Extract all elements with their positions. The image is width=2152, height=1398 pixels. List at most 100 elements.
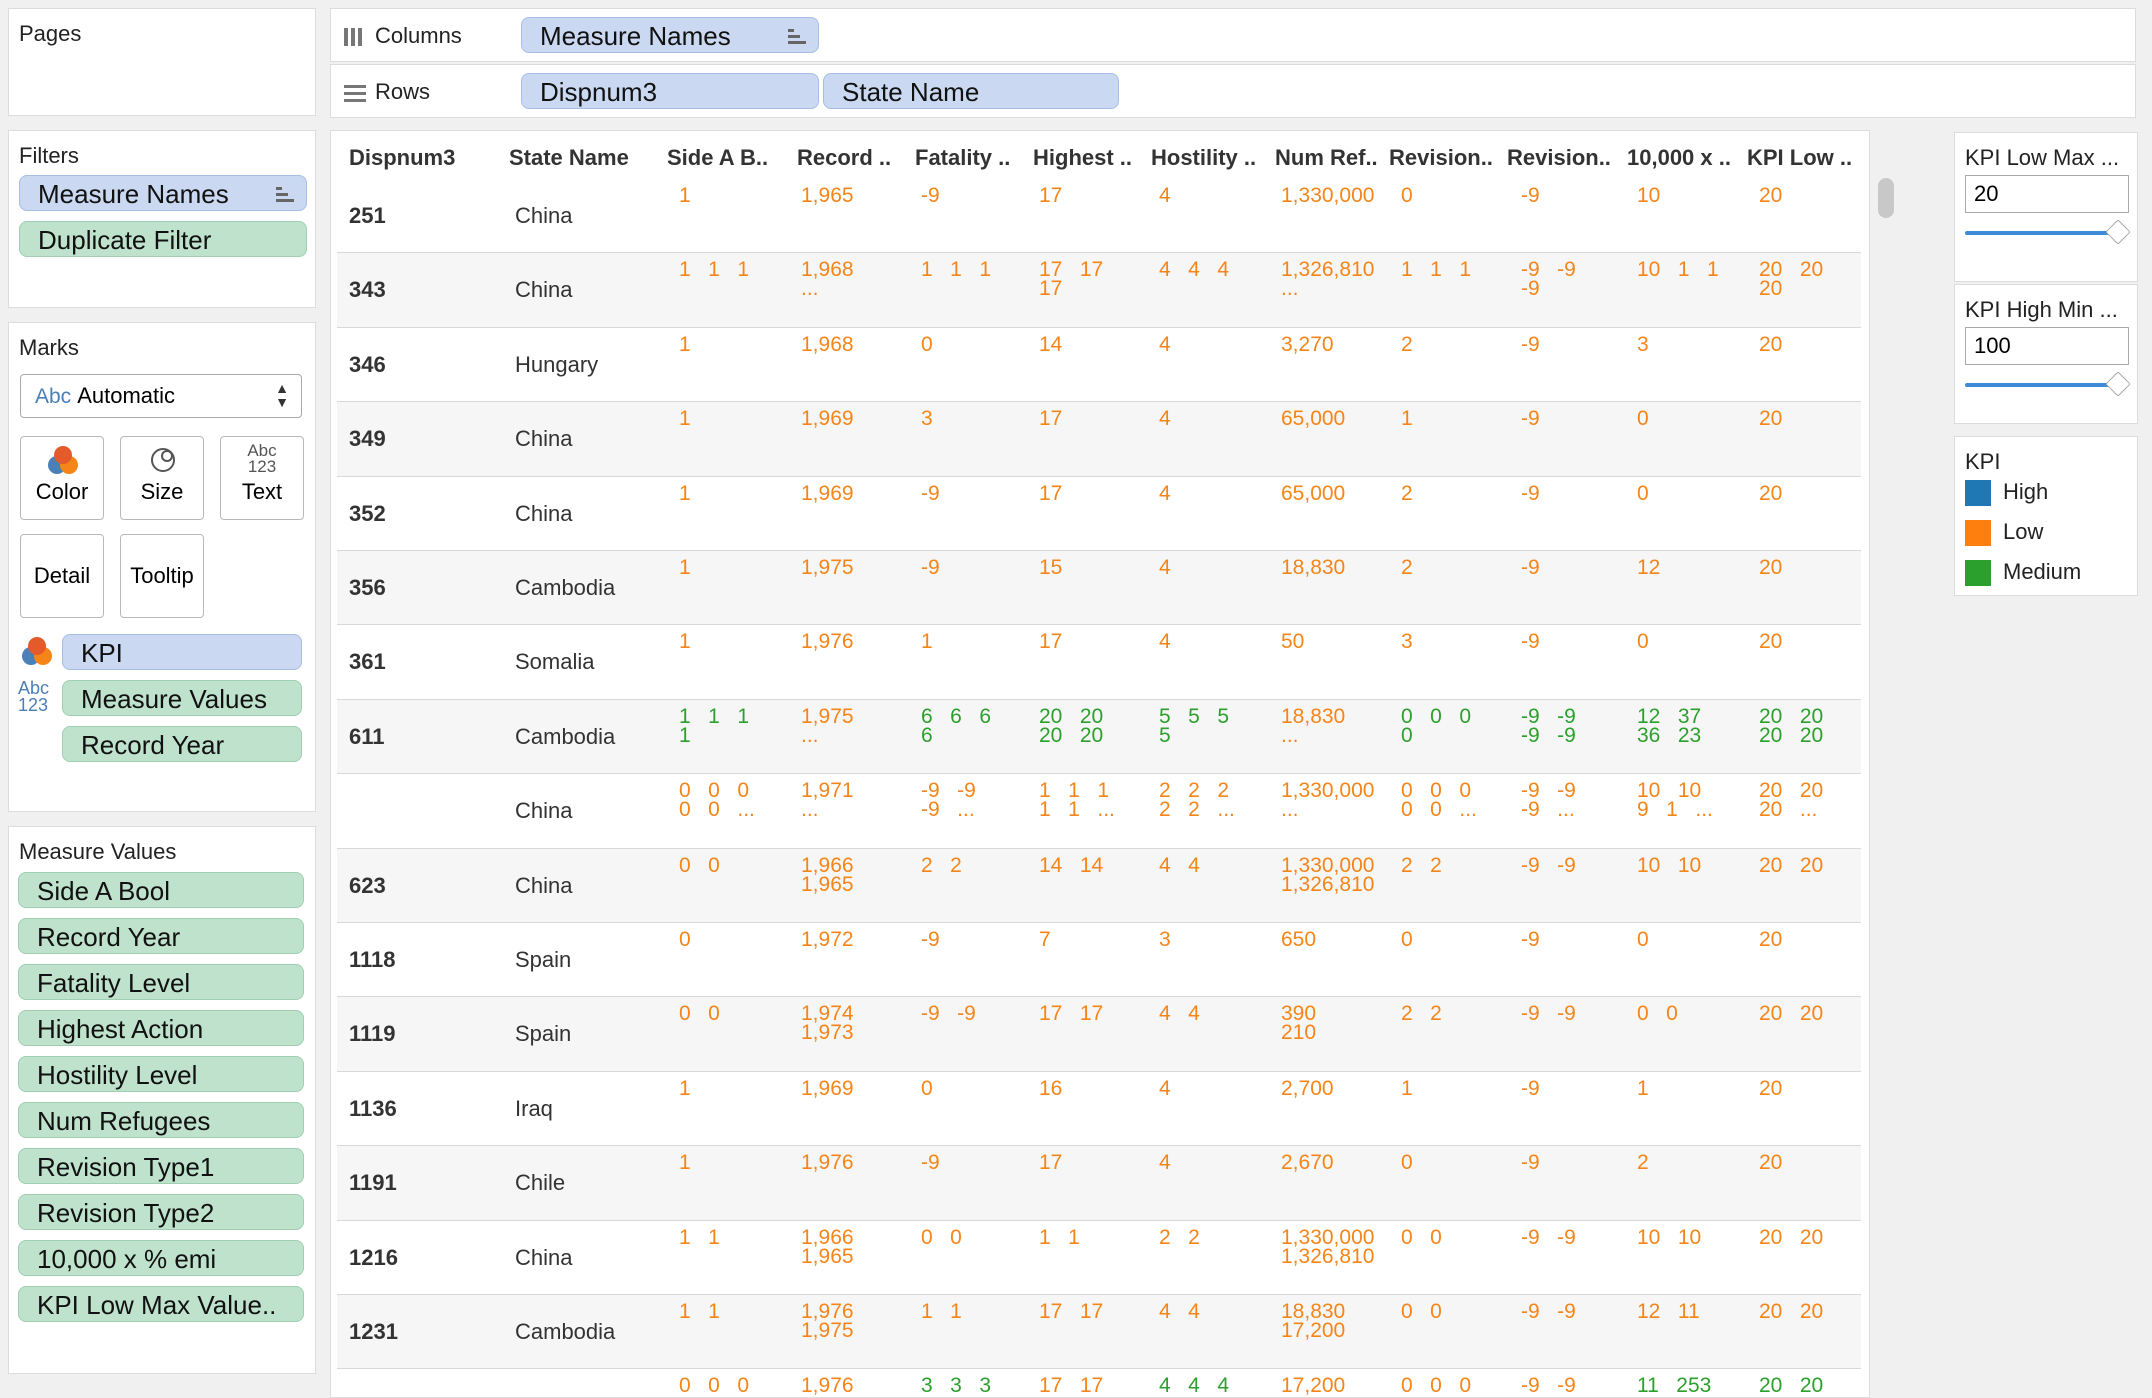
column-header[interactable]: Side A B.. [667,145,768,171]
table-row[interactable]: 1216 China 1 1 1,966 1,965 0 01 12 2 1,330,000… [337,1221,1861,1295]
sort-icon [276,185,294,203]
dispnum-cell: 1231 [349,1319,398,1344]
legend-label-medium: Medium [2003,559,2082,584]
color-button[interactable]: Color [20,436,104,520]
column-header[interactable]: Fatality .. [915,145,1010,171]
vertical-scrollbar[interactable] [1878,178,1894,218]
table-row[interactable]: 1136 Iraq 1 1,969 0 16 4 2,700 1 -9 1 20 [337,1072,1861,1147]
table-row[interactable]: 623 China 0 0 1,966 1,965 2 2 14 14 4 4 1,330,00… [337,848,1861,923]
value-cell: -9 [1521,481,1540,505]
column-header[interactable]: KPI Low .. [1747,145,1852,171]
marks-pill-kpi[interactable]: KPI [62,634,302,670]
measure-value-item[interactable]: Side A Bool [18,872,304,908]
table-row[interactable]: 1119 Spain 0 0 1,974 1,973 -9 -9 17 17 4 4 390 21… [337,997,1861,1072]
crosstab-view[interactable]: Dispnum3 State Name Side A B.. Record .. Fat… [330,130,1870,1398]
column-header[interactable]: Highest .. [1033,145,1132,171]
detail-button[interactable]: Detail [20,534,104,618]
value-cell: 20 20 [1759,1002,1824,1026]
filters-card: Filters Measure Names Duplicate Filter [8,130,316,308]
value-cell: 12 11 [1637,1300,1700,1323]
measure-value-item[interactable]: Record Year [18,918,304,954]
legend-item-low[interactable]: Low [1965,519,2043,547]
column-header[interactable]: Revision.. [1507,145,1611,171]
state-name-cell: China [515,1244,573,1270]
measure-value-item[interactable]: KPI Low Max Value.. [18,1286,304,1322]
text-icon: Abc 123 [221,442,303,475]
table-row[interactable]: 343 China 1 1 1 1,968... 1 1 1 17 17 17 4 4 4 1,… [337,253,1861,328]
measure-value-item[interactable]: Fatality Level [18,964,304,1000]
measure-value-item[interactable]: Num Refugees [18,1102,304,1138]
marks-pill-measure-values[interactable]: Measure Values [62,680,302,716]
mark-type-select[interactable]: Abc Automatic ▲ ▼ [20,374,302,418]
text-button[interactable]: Abc 123 Text [220,436,304,520]
column-header[interactable]: Dispnum3 [349,145,455,171]
param-kpi-high-min-slider[interactable] [1965,383,2125,387]
column-header[interactable]: State Name [509,145,629,171]
value-cell: 2 [1637,1151,1649,1175]
value-cell: 0 [1401,723,1413,747]
table-row[interactable]: 349 China 1 1,969 3 17 4 65,000 1 -9 0 20 [337,402,1861,477]
value-cell: 14 [1039,332,1063,356]
param-kpi-low-max-slider[interactable] [1965,231,2125,235]
table-row[interactable]: China 0 0 00 0 ... 1,971... -9 -9 -9 ... 1 1 … [337,774,1861,849]
size-icon [151,448,175,472]
marks-pill-record-year[interactable]: Record Year [62,726,302,762]
value-cell: 3 [1401,630,1413,654]
measure-value-item[interactable]: Revision Type2 [18,1194,304,1230]
value-cell: 20 20 [1759,1300,1824,1323]
value-cell: 1 [679,407,691,431]
value-cell: 1 1 [679,1300,720,1323]
value-cell: 17 [1039,277,1063,301]
measure-value-item[interactable]: Hostility Level [18,1056,304,1092]
table-row[interactable]: 1232Cambodia0 0 01,976...3 3 317 174 4 4… [337,1369,1861,1398]
column-header[interactable]: Hostility .. [1151,145,1256,171]
value-cell: 1 [921,630,933,654]
param-kpi-high-min-thumb[interactable] [2105,371,2131,397]
param-kpi-high-min-title: KPI High Min ... [1965,297,2118,322]
param-kpi-high-min-input[interactable]: 100 [1965,327,2129,365]
filter-duplicate[interactable]: Duplicate Filter [19,221,307,257]
value-cell: 4 [1159,630,1171,654]
dispnum-cell: 251 [349,203,386,228]
dispnum-cell: 1216 [349,1244,398,1270]
measure-value-item[interactable]: Highest Action [18,1010,304,1046]
value-cell: -9 -9 [1521,1374,1576,1398]
rows-shelf[interactable]: Rows Dispnum3 State Name [330,64,2136,118]
tooltip-button[interactable]: Tooltip [120,534,204,618]
column-header[interactable]: Record .. [797,145,891,171]
state-name-cell: China [515,203,573,228]
table-row[interactable]: 1118 Spain 0 1,972 -9 7 3 650 0 -9 0 20 [337,923,1861,998]
measure-value-item[interactable]: Revision Type1 [18,1148,304,1184]
measure-value-item[interactable]: 10,000 x % emi [18,1240,304,1276]
value-cell: -9 [1521,630,1540,654]
filter-measure-names[interactable]: Measure Names [19,175,307,211]
table-row[interactable]: 611 Cambodia 1 1 1 1 1,975... 6 6 6 6 20 20 20 2… [337,699,1861,775]
column-header[interactable]: 10,000 x .. [1627,145,1731,171]
size-button[interactable]: Size [120,436,204,520]
columns-shelf[interactable]: Columns Measure Names [330,8,2136,62]
table-row[interactable]: 251 China 1 1,965 -9 17 4 1,330,000 0 -9 10 20 [337,179,1861,254]
value-cell: 2,670 [1281,1151,1334,1175]
table-row[interactable]: 1231 Cambodia 1 1 1,976 1,975 1 1 17 17 4 4 18,8… [337,1295,1861,1370]
param-kpi-low-max-thumb[interactable] [2105,219,2131,245]
value-cell: 1,965 [801,872,854,896]
param-kpi-low-max-input[interactable]: 20 [1965,175,2129,213]
table-row[interactable]: 356 Cambodia 1 1,975 -9 15 4 18,830 2 -9 12 20 [337,551,1861,626]
value-cell: 1 [1401,1076,1413,1100]
legend-item-medium[interactable]: Medium [1965,559,2082,587]
table-row[interactable]: 361 Somalia 1 1,976 1 17 4 50 3 -9 0 20 [337,625,1861,700]
table-row[interactable]: 352 China 1 1,969 -9 17 4 65,000 2 -9 0 20 [337,477,1861,551]
param-kpi-low-max: KPI Low Max ... 20 [1954,132,2138,282]
table-row[interactable]: 1191 Chile 1 1,976 -9 17 4 2,670 0 -9 2 20 [337,1146,1861,1221]
value-cell: 20 [1759,556,1783,579]
pages-card[interactable]: Pages [8,8,316,116]
column-header[interactable]: Num Ref.. [1275,145,1378,171]
value-cell: -9 -9 [1521,723,1576,747]
columns-pill-measure-names[interactable]: Measure Names [521,17,819,53]
value-cell: 0 [921,1076,933,1100]
legend-item-high[interactable]: High [1965,479,2048,507]
table-row[interactable]: 346 Hungary 1 1,968 0 14 4 3,270 2 -9 3 20 [337,328,1861,403]
column-header[interactable]: Revision.. [1389,145,1493,171]
rows-pill-dispnum3[interactable]: Dispnum3 [521,73,819,109]
rows-pill-state-name[interactable]: State Name [823,73,1119,109]
